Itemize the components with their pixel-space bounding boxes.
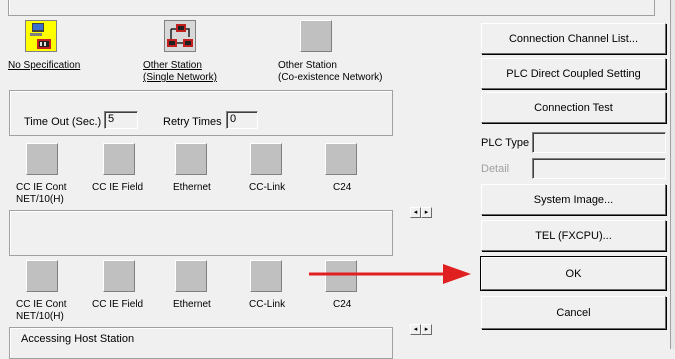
- annotation-arrow: [309, 264, 471, 284]
- retry-input[interactable]: 0: [226, 111, 258, 129]
- retry-label: Retry Times: [163, 116, 222, 128]
- no-specification-option[interactable]: No Specification: [8, 20, 88, 72]
- timeout-panel: [9, 90, 393, 136]
- cancel-button[interactable]: Cancel: [481, 296, 666, 329]
- other-station-coexist-label-2: (Co-existence Network): [278, 72, 383, 83]
- blank-tile-icon: [300, 20, 332, 52]
- timeout-label: Time Out (Sec.): [24, 116, 102, 128]
- middle-panel: [9, 210, 393, 256]
- connection-channel-list-button[interactable]: Connection Channel List...: [481, 23, 666, 54]
- cc-ie-cont-label-2b: NET/10(H): [16, 311, 64, 322]
- cc-ie-cont-tile-2[interactable]: [26, 260, 58, 292]
- top-strip-panel: [8, 0, 655, 16]
- other-station-single-label-1[interactable]: Other Station: [143, 60, 202, 71]
- cc-link-label-2: CC-Link: [249, 299, 286, 310]
- cc-ie-field-label-2: CC IE Field: [92, 299, 144, 310]
- ok-button[interactable]: OK: [480, 256, 667, 291]
- other-station-single-option[interactable]: Other Station (Single Network): [140, 20, 230, 84]
- other-station-coexistence-option[interactable]: Other Station (Co-existence Network): [275, 20, 395, 84]
- scroll-left-arrow-1[interactable]: ◂: [410, 207, 421, 218]
- cc-ie-field-tile-1[interactable]: [103, 143, 135, 175]
- c24-tile-1[interactable]: [325, 143, 357, 175]
- tel-fxcpu-button[interactable]: TEL (FXCPU)...: [481, 220, 666, 251]
- system-image-button[interactable]: System Image...: [481, 184, 666, 215]
- ethernet-tile-1[interactable]: [175, 143, 207, 175]
- timeout-input[interactable]: 5: [104, 111, 138, 129]
- other-station-single-label-2[interactable]: (Single Network): [143, 72, 217, 83]
- plc-type-label: PLC Type: [481, 137, 530, 149]
- scroll-left-arrow-2[interactable]: ◂: [410, 324, 421, 335]
- monitor-plc-icon: [25, 20, 57, 52]
- cc-ie-cont-label-1b: NET/10(H): [16, 194, 64, 205]
- ethernet-tile-2[interactable]: [175, 260, 207, 292]
- cc-link-tile-1[interactable]: [250, 143, 282, 175]
- cc-ie-field-label-1: CC IE Field: [92, 182, 144, 193]
- plc-type-field: [532, 132, 666, 153]
- cc-ie-cont-label-2a: CC IE Cont: [16, 299, 67, 310]
- ethernet-label-1: Ethernet: [173, 182, 211, 193]
- c24-label-1: C24: [333, 182, 352, 193]
- detail-field: [532, 158, 666, 179]
- cc-ie-cont-tile-1[interactable]: [26, 143, 58, 175]
- cc-ie-cont-label-1a: CC IE Cont: [16, 182, 67, 193]
- network-plc-icon: [164, 20, 196, 52]
- cc-link-label-1: CC-Link: [249, 182, 286, 193]
- right-edge: [670, 0, 675, 349]
- cc-ie-field-tile-2[interactable]: [103, 260, 135, 292]
- scroll-right-arrow-1[interactable]: ▸: [421, 207, 432, 218]
- scroll-right-arrow-2[interactable]: ▸: [421, 324, 432, 335]
- connection-test-button[interactable]: Connection Test: [481, 92, 666, 123]
- accessing-host-label: Accessing Host Station: [21, 333, 135, 345]
- no-specification-label[interactable]: No Specification: [8, 60, 80, 71]
- cc-link-tile-2[interactable]: [250, 260, 282, 292]
- other-station-coexist-label-1: Other Station: [278, 60, 337, 71]
- plc-direct-coupled-button[interactable]: PLC Direct Coupled Setting: [481, 58, 666, 89]
- ethernet-label-2: Ethernet: [173, 299, 211, 310]
- c24-label-2: C24: [333, 299, 352, 310]
- detail-label: Detail: [481, 163, 510, 175]
